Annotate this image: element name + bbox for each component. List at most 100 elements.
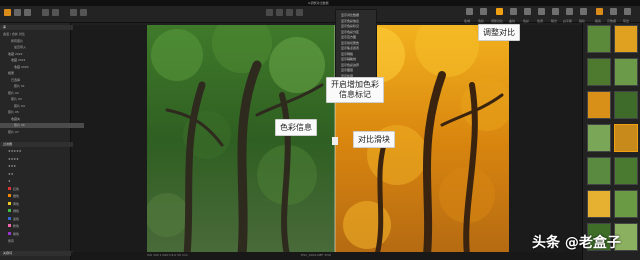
library-row[interactable]: 照片 04 bbox=[0, 104, 84, 109]
thumbnail[interactable] bbox=[614, 91, 638, 119]
filter-row[interactable]: 所有 bbox=[0, 239, 78, 244]
filter-row[interactable]: 黄色 bbox=[0, 201, 78, 207]
thumbnail-browser bbox=[582, 23, 640, 260]
filter-row[interactable]: 粉色 bbox=[0, 224, 78, 229]
library-row[interactable]: 照片 07 bbox=[0, 130, 78, 135]
grid-icon[interactable] bbox=[70, 9, 77, 16]
menu-item[interactable]: 显示色彩信息 bbox=[341, 19, 359, 23]
filter-label: ★★★ bbox=[8, 164, 17, 168]
filter-row[interactable]: 紫色 bbox=[0, 231, 78, 237]
library-row[interactable]: 照片 02 bbox=[0, 91, 78, 96]
main-toolbar: 色域 色标 调整对比 曲线 色彩 色调 曝光 白平衡 锐化 裁剪 元数据 导出 bbox=[0, 6, 640, 23]
color-tag-swatch bbox=[8, 224, 11, 227]
undo-icon[interactable] bbox=[42, 9, 49, 16]
callout-adjust-compare: 调整对比 bbox=[478, 24, 520, 41]
pan-tool-icon[interactable] bbox=[266, 9, 273, 16]
compare-image bbox=[147, 25, 509, 255]
callout-line-2: 信息标记 bbox=[339, 90, 371, 99]
library-row[interactable]: 照片 05 bbox=[0, 110, 78, 115]
color-tag-swatch bbox=[8, 186, 11, 190]
curves-icon[interactable] bbox=[510, 8, 517, 15]
filter-row[interactable]: ★★★★ bbox=[0, 157, 78, 162]
filter-row[interactable]: 红色 bbox=[0, 186, 78, 192]
folder-icon[interactable] bbox=[14, 9, 21, 16]
thumbnail[interactable] bbox=[614, 124, 638, 152]
color-tag-icon[interactable] bbox=[480, 8, 487, 15]
menu-item[interactable]: 显示网格 bbox=[341, 52, 353, 56]
crop-tool-icon[interactable] bbox=[276, 9, 283, 16]
picker-tool-icon[interactable] bbox=[286, 9, 293, 16]
status-bar: ISO 100 1/320 f/4.0 50 mm DSC_0001.NEF 3… bbox=[71, 252, 581, 260]
filter-label: 蓝色 bbox=[13, 216, 20, 221]
thumbnail[interactable] bbox=[587, 157, 611, 185]
filter-row[interactable]: 橙色 bbox=[0, 194, 78, 199]
thumbnail[interactable] bbox=[587, 190, 611, 218]
color-icon[interactable] bbox=[524, 8, 531, 15]
thumbnail[interactable] bbox=[614, 157, 638, 185]
library-row[interactable]: 最近导入 bbox=[0, 45, 84, 50]
menu-item[interactable]: 显示图层 bbox=[341, 68, 353, 72]
library-row[interactable]: 收藏 2022 bbox=[0, 52, 78, 57]
left-sidebar: 库 过滤器 关键词 会话 / 合并 对比 所有照片 最近导入 收藏 2022 收藏 20… bbox=[0, 23, 84, 260]
callout-color-info: 色彩信息 bbox=[275, 119, 317, 136]
thumbnail[interactable] bbox=[587, 25, 611, 53]
filter-label: ★★★★★ bbox=[8, 149, 22, 153]
library-row[interactable]: 照片 01 bbox=[0, 84, 84, 89]
adjust-compare-icon[interactable] bbox=[496, 8, 503, 15]
exif-readout: ISO 100 1/320 f/4.0 50 mm bbox=[147, 253, 188, 257]
keywords-section-header[interactable]: 关键词 bbox=[0, 251, 73, 256]
library-section-header[interactable]: 库 bbox=[0, 25, 73, 30]
library-row[interactable]: 已选择 bbox=[0, 78, 81, 83]
menu-item[interactable]: 显示焦点遮罩 bbox=[341, 46, 359, 50]
library-row[interactable]: 会话 / 合并 对比 bbox=[0, 32, 73, 37]
library-row[interactable]: 收藏夹 bbox=[0, 117, 81, 122]
compare-slider-handle[interactable] bbox=[332, 137, 338, 145]
filter-row[interactable]: 绿色 bbox=[0, 209, 78, 214]
filter-label: 紫色 bbox=[13, 231, 20, 236]
thumbnail[interactable] bbox=[587, 91, 611, 119]
library-row[interactable]: 照片 06 bbox=[0, 123, 84, 128]
library-row[interactable]: 所有照片 bbox=[0, 39, 81, 44]
filter-label: 红色 bbox=[13, 186, 20, 191]
menu-item[interactable]: 显示剪切警告 bbox=[341, 41, 359, 45]
crop-icon[interactable] bbox=[596, 8, 603, 15]
thumbnail[interactable] bbox=[587, 58, 611, 86]
menu-item[interactable]: 显示对比数据 bbox=[341, 13, 359, 17]
sharpen-icon[interactable] bbox=[580, 8, 587, 15]
thumbnail[interactable] bbox=[587, 124, 611, 152]
filter-row[interactable]: ★ bbox=[0, 179, 78, 184]
menu-item[interactable]: 显示直方图 bbox=[341, 35, 356, 39]
color-tag-swatch bbox=[8, 201, 11, 205]
exposure-icon[interactable] bbox=[552, 8, 559, 15]
filter-row[interactable]: ★★ bbox=[0, 172, 78, 177]
image-viewer[interactable] bbox=[147, 25, 509, 255]
thumbnail[interactable] bbox=[614, 58, 638, 86]
import-icon[interactable] bbox=[4, 9, 11, 16]
library-row[interactable]: 收藏 2021 bbox=[0, 58, 81, 63]
capture-icon[interactable] bbox=[24, 9, 31, 16]
thumbnail[interactable] bbox=[614, 25, 638, 53]
filter-row[interactable]: ★★★ bbox=[0, 164, 78, 169]
library-row[interactable]: 收藏 2020 bbox=[0, 65, 84, 70]
thumbnail[interactable] bbox=[614, 190, 638, 218]
single-view-icon[interactable] bbox=[80, 9, 87, 16]
tone-icon[interactable] bbox=[538, 8, 545, 15]
menu-item[interactable]: 显示色彩标记 bbox=[341, 24, 359, 28]
library-row[interactable]: 相册 bbox=[0, 71, 78, 76]
filters-section-header[interactable]: 过滤器 bbox=[0, 142, 73, 147]
filter-label: 黄色 bbox=[13, 201, 20, 206]
white-balance-icon[interactable] bbox=[566, 8, 573, 15]
export-icon[interactable] bbox=[624, 8, 631, 15]
filter-row[interactable]: 蓝色 bbox=[0, 216, 78, 222]
filter-label: ★★ bbox=[8, 171, 14, 176]
menu-item[interactable]: 显示色彩分区 bbox=[341, 30, 359, 34]
filter-row[interactable]: ★★★★★ bbox=[0, 149, 78, 154]
brush-tool-icon[interactable] bbox=[296, 9, 303, 16]
metadata-icon[interactable] bbox=[610, 8, 617, 15]
redo-icon[interactable] bbox=[52, 9, 59, 16]
color-gamut-icon[interactable] bbox=[466, 8, 473, 15]
color-tag-swatch bbox=[8, 209, 11, 212]
library-row[interactable]: 照片 03 bbox=[0, 97, 81, 102]
menu-item[interactable]: 显示辅助线 bbox=[341, 57, 356, 61]
menu-item[interactable]: 显示色彩边界 bbox=[341, 63, 359, 67]
